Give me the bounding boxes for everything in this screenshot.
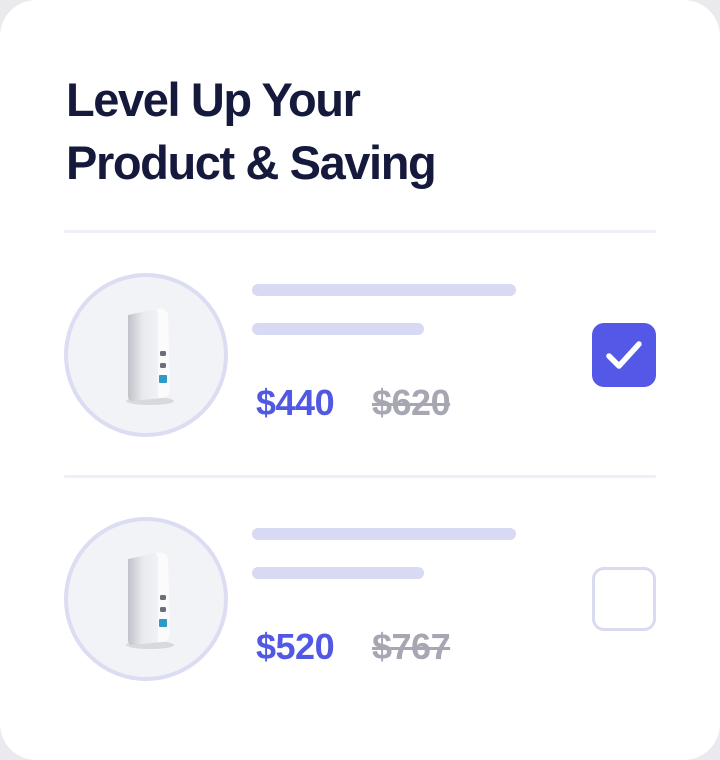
title-line-2: Product & Saving — [66, 136, 437, 189]
product-thumbnail — [64, 517, 228, 681]
skeleton-line-short — [252, 323, 424, 335]
sale-price: $440 — [256, 382, 335, 423]
title-line-1: Level Up Your — [66, 73, 361, 126]
original-price: $767 — [372, 626, 451, 667]
product-row[interactable]: $440 $620 — [0, 273, 720, 443]
select-checkbox-checked[interactable] — [592, 323, 656, 387]
sale-price: $520 — [256, 626, 335, 667]
divider-middle — [64, 475, 656, 478]
charger-image — [126, 552, 174, 649]
original-price: $620 — [372, 382, 451, 423]
offer-card: Level Up Your Product & Saving $440 $620… — [0, 0, 720, 760]
divider-top — [64, 230, 656, 233]
skeleton-line-short — [252, 567, 424, 579]
select-checkbox-unchecked[interactable] — [592, 567, 656, 631]
charger-image — [126, 308, 174, 405]
skeleton-line-long — [252, 284, 516, 296]
checkmark-icon — [606, 341, 642, 369]
card-title: Level Up Your Product & Saving — [66, 68, 626, 194]
product-thumbnail — [64, 273, 228, 437]
product-row[interactable]: $520 $767 — [0, 517, 720, 687]
skeleton-line-long — [252, 528, 516, 540]
